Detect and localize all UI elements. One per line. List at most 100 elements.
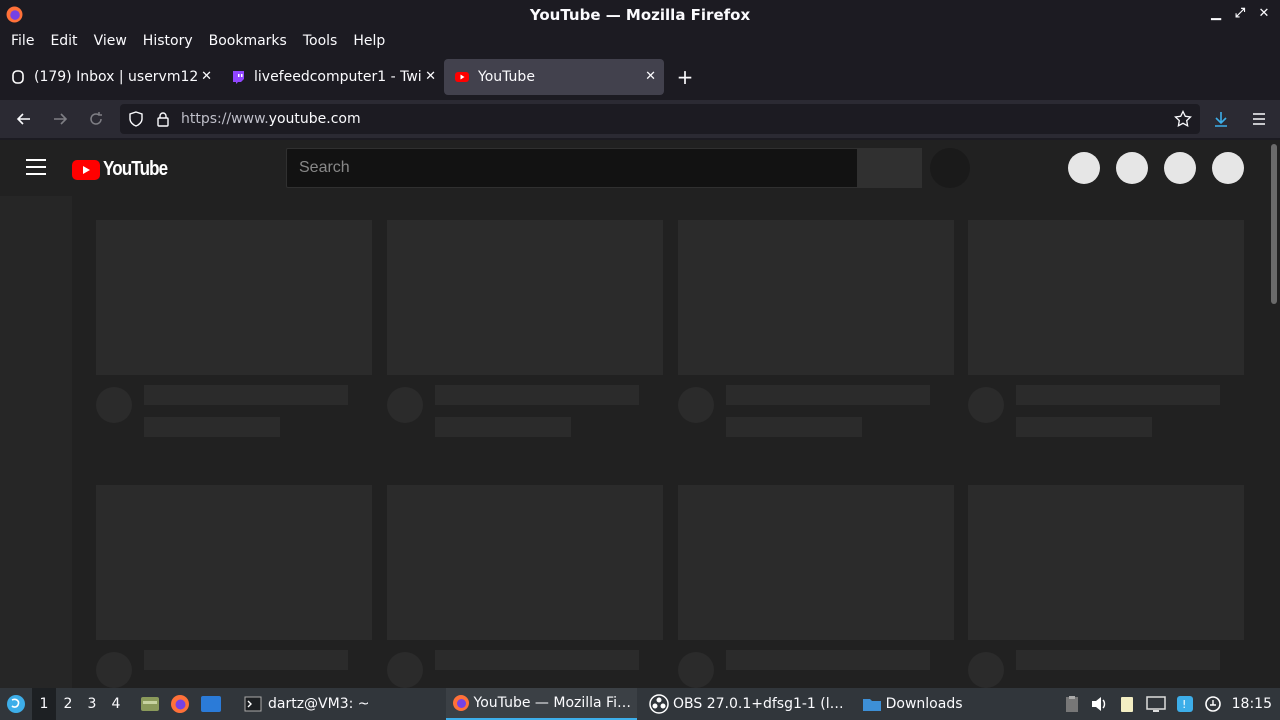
menu-history[interactable]: History — [135, 33, 201, 49]
search-button[interactable] — [858, 148, 922, 188]
task-downloads[interactable]: Downloads — [856, 688, 969, 720]
new-tab-button[interactable]: + — [670, 65, 700, 89]
channel-avatar-placeholder — [96, 387, 132, 423]
menu-bookmarks[interactable]: Bookmarks — [201, 33, 295, 49]
menu-view[interactable]: View — [86, 33, 135, 49]
search-input[interactable]: Search — [286, 148, 858, 188]
volume-icon[interactable] — [1090, 695, 1108, 713]
updates-icon[interactable]: ! — [1176, 695, 1194, 713]
close-window-button[interactable]: ✕ — [1256, 6, 1272, 21]
start-menu-icon[interactable] — [6, 694, 26, 714]
guide-menu-icon[interactable] — [26, 159, 46, 175]
task-terminal[interactable]: dartz@VM3: ~ — [238, 688, 376, 720]
task-firefox[interactable]: YouTube — Mozilla Fi… — [445, 688, 637, 720]
video-thumbnail-placeholder — [678, 220, 954, 375]
desktop-icon[interactable] — [200, 695, 222, 713]
url-text: https://www.youtube.com — [181, 111, 361, 127]
task-label: dartz@VM3: ~ — [268, 696, 370, 712]
reload-icon — [90, 112, 102, 125]
menu-file[interactable]: File — [3, 33, 42, 49]
video-thumbnail-placeholder — [387, 485, 663, 640]
arrow-left-icon — [16, 113, 30, 125]
channel-avatar-placeholder — [968, 652, 1004, 688]
file-manager-launcher-icon[interactable] — [140, 695, 160, 713]
obs-icon — [649, 694, 669, 714]
web-content: YouTube Search — [0, 140, 1268, 688]
meta-placeholder — [1016, 417, 1152, 437]
forward-button[interactable] — [42, 104, 78, 134]
scrollbar-thumb[interactable] — [1271, 144, 1277, 304]
youtube-header: YouTube Search — [0, 140, 1268, 196]
youtube-logo-text: YouTube — [103, 158, 168, 180]
hamburger-menu-icon[interactable] — [1250, 110, 1268, 128]
workspace-3[interactable]: 3 — [80, 696, 104, 712]
url-bar[interactable]: https://www.youtube.com — [120, 104, 1200, 134]
window-titlebar: YouTube — Mozilla Firefox ▁ ⤢ ✕ — [0, 0, 1280, 29]
twitch-icon — [230, 69, 246, 85]
video-thumbnail-placeholder — [387, 220, 663, 375]
navigation-toolbar: https://www.youtube.com — [0, 100, 1280, 138]
shield-icon[interactable] — [128, 111, 144, 127]
back-button[interactable] — [6, 104, 42, 134]
downloads-icon[interactable] — [1212, 110, 1230, 128]
terminal-icon — [244, 696, 262, 712]
mail-icon — [10, 69, 26, 85]
tab-inbox[interactable]: (179) Inbox | uservm123 ✕ — [0, 59, 220, 95]
guide-sidebar-placeholder — [0, 196, 72, 688]
lock-icon[interactable] — [156, 111, 170, 127]
window-title: YouTube — Mozilla Firefox — [529, 5, 751, 24]
video-thumbnail-placeholder — [96, 485, 372, 640]
title-placeholder — [144, 650, 348, 670]
workspace-4[interactable]: 4 — [104, 696, 128, 712]
avatar-placeholder[interactable] — [1212, 152, 1244, 184]
minimize-button[interactable]: ▁ — [1208, 6, 1224, 21]
channel-avatar-placeholder — [387, 387, 423, 423]
meta-placeholder — [726, 417, 862, 437]
close-tab-icon[interactable]: ✕ — [425, 69, 436, 84]
network-icon[interactable] — [1204, 695, 1222, 713]
page-scrollbar[interactable] — [1268, 140, 1280, 688]
title-placeholder — [1016, 650, 1220, 670]
system-tray: ! 18:15 — [1064, 688, 1272, 720]
bookmark-star-icon[interactable] — [1174, 110, 1192, 128]
tab-title: livefeedcomputer1 - Twitch — [254, 69, 422, 85]
meta-placeholder — [144, 417, 280, 437]
meta-placeholder — [435, 417, 571, 437]
notes-icon[interactable] — [1118, 695, 1136, 713]
reload-button[interactable] — [78, 104, 114, 134]
video-thumbnail-placeholder — [678, 485, 954, 640]
tab-twitch[interactable]: livefeedcomputer1 - Twitch ✕ — [220, 59, 444, 95]
svg-text:!: ! — [1182, 698, 1186, 711]
workspace-2[interactable]: 2 — [56, 696, 80, 712]
menu-help[interactable]: Help — [345, 33, 393, 49]
title-placeholder — [1016, 385, 1220, 405]
tab-strip: (179) Inbox | uservm123 ✕ livefeedcomput… — [0, 58, 1280, 96]
firefox-icon — [452, 695, 469, 711]
header-button-placeholder[interactable] — [1068, 152, 1100, 184]
arrow-right-icon — [54, 113, 68, 125]
workspace-1[interactable]: 1 — [32, 688, 56, 720]
taskbar: 1 2 3 4 dartz@VM3: ~ YouTube — Mozilla F… — [0, 688, 1280, 720]
title-placeholder — [435, 650, 639, 670]
title-placeholder — [726, 385, 930, 405]
close-tab-icon[interactable]: ✕ — [201, 69, 212, 84]
clipboard-icon[interactable] — [1064, 695, 1080, 713]
url-domain: youtube.com — [268, 111, 361, 127]
video-thumbnail-placeholder — [968, 220, 1244, 375]
youtube-play-icon — [72, 159, 100, 180]
tab-youtube[interactable]: YouTube ✕ — [444, 59, 664, 95]
task-obs[interactable]: OBS 27.0.1+dfsg1-1 (l… — [643, 688, 850, 720]
header-button-placeholder[interactable] — [1116, 152, 1148, 184]
channel-avatar-placeholder — [96, 652, 132, 688]
youtube-logo[interactable]: YouTube — [72, 158, 179, 181]
tab-title: (179) Inbox | uservm123 — [34, 69, 198, 85]
menu-edit[interactable]: Edit — [42, 33, 85, 49]
display-icon[interactable] — [1145, 695, 1166, 713]
clock[interactable]: 18:15 — [1232, 696, 1272, 712]
maximize-button[interactable]: ⤢ — [1232, 6, 1248, 21]
header-button-placeholder[interactable] — [1164, 152, 1196, 184]
firefox-launcher-icon[interactable] — [170, 694, 190, 714]
close-tab-icon[interactable]: ✕ — [645, 69, 656, 84]
voice-search-button[interactable] — [930, 148, 970, 188]
menu-tools[interactable]: Tools — [295, 33, 346, 49]
